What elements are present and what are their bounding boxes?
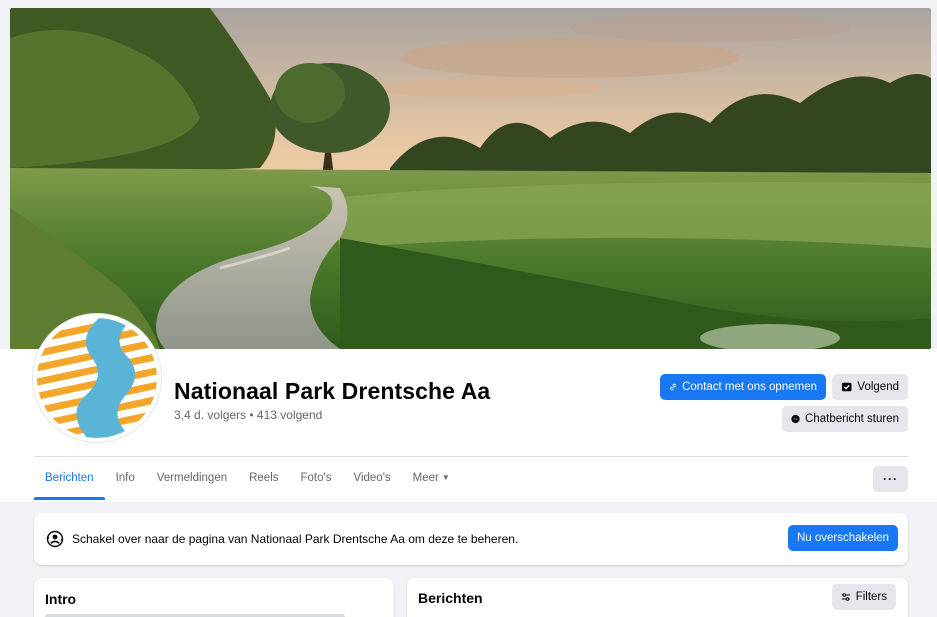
page-tabs: Berichten Info Vermeldingen Reels Foto's… — [34, 460, 461, 500]
intro-card: Intro — [34, 578, 394, 617]
contact-button[interactable]: Contact met ons opnemen — [660, 374, 826, 400]
posts-card: Berichten Filters — [407, 578, 908, 617]
tab-info[interactable]: Info — [105, 460, 146, 500]
tab-label: Vermeldingen — [156, 472, 228, 484]
filters-button[interactable]: Filters — [832, 584, 896, 610]
switch-now-button[interactable]: Nu overschakelen — [788, 525, 898, 551]
send-message-button[interactable]: Chatbericht sturen — [782, 406, 908, 432]
follow-button-label: Volgend — [857, 381, 899, 393]
more-options-button[interactable]: ··· — [873, 466, 908, 492]
tab-label: Foto's — [300, 472, 332, 484]
posts-title: Berichten — [418, 590, 483, 606]
messenger-icon — [791, 414, 800, 424]
switch-profile-banner: Schakel over naar de pagina van Nationaa… — [34, 513, 908, 565]
sliders-icon — [841, 593, 850, 601]
tab-label: Berichten — [45, 472, 94, 484]
tab-meer[interactable]: Meer ▼ — [402, 460, 461, 500]
contact-button-label: Contact met ons opnemen — [682, 381, 817, 393]
intro-title: Intro — [45, 591, 77, 607]
header-divider — [34, 456, 909, 457]
page-avatar[interactable] — [33, 314, 161, 442]
link-icon — [670, 383, 676, 391]
cover-landscape-image — [10, 8, 931, 349]
caret-down-icon: ▼ — [441, 473, 450, 482]
tab-label: Meer — [412, 472, 439, 484]
send-message-label: Chatbericht sturen — [805, 413, 899, 425]
tab-fotos[interactable]: Foto's — [290, 460, 343, 500]
tab-label: Info — [115, 472, 135, 484]
follow-button[interactable]: Volgend — [832, 374, 908, 400]
page-title: Nationaal Park Drentsche Aa — [174, 378, 491, 404]
filters-label: Filters — [855, 591, 887, 603]
tab-reels[interactable]: Reels — [238, 460, 289, 500]
tab-videos[interactable]: Video's — [342, 460, 401, 500]
tab-vermeldingen[interactable]: Vermeldingen — [146, 460, 238, 500]
follow-check-icon — [841, 382, 852, 392]
tab-label: Video's — [353, 472, 391, 484]
profile-switch-icon — [46, 530, 64, 548]
tab-berichten[interactable]: Berichten — [34, 460, 105, 500]
switch-banner-text: Schakel over naar de pagina van Nationaa… — [72, 532, 519, 546]
tab-label: Reels — [249, 472, 279, 484]
cover-photo[interactable] — [10, 8, 931, 349]
follower-stats: 3,4 d. volgers • 413 volgend — [174, 408, 323, 422]
drentsche-aa-logo-icon — [37, 318, 157, 438]
